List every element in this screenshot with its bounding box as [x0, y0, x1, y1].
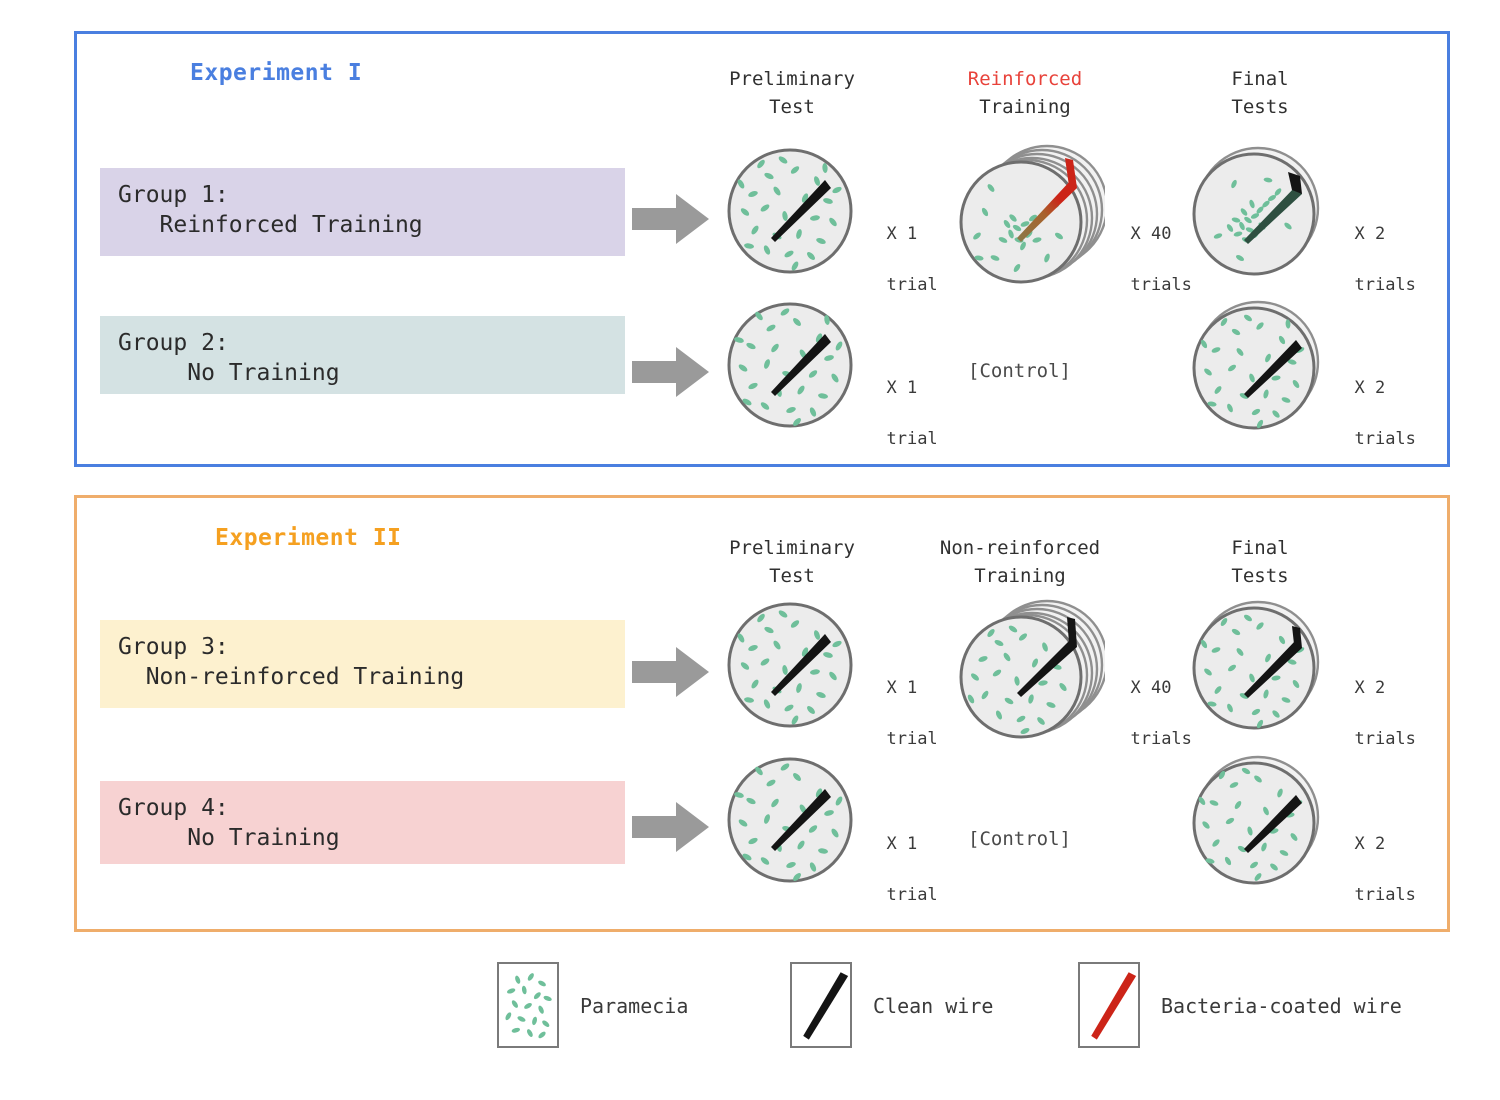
dish-preliminary-group-3: [727, 602, 853, 728]
header-line-2: Test: [769, 95, 815, 118]
trial-count: X 1: [886, 223, 918, 244]
trial-label-final-group-4: X 2 trials: [1334, 806, 1416, 908]
trial-unit: trial: [886, 274, 938, 295]
trial-unit: trials: [1354, 884, 1416, 905]
trial-label-preliminary-group-2: X 1 trial: [866, 350, 938, 452]
trial-label-training-group-3: X 40 trials: [1110, 650, 1192, 752]
dish-preliminary-group-1: [727, 148, 853, 274]
trial-count: X 40: [1130, 677, 1172, 698]
legend-label-paramecia: Paramecia: [580, 994, 689, 1018]
trial-label-training-group-1: X 40 trials: [1110, 196, 1192, 298]
experiment-2-title: Experiment II: [215, 525, 402, 551]
trial-count: X 2: [1354, 677, 1386, 698]
trial-unit: trials: [1130, 274, 1192, 295]
exp2-column-header-preliminary: Preliminary Test: [706, 535, 878, 590]
group-1-flow-arrow-icon: [632, 194, 709, 244]
header-line-1: Non-reinforced: [939, 537, 1101, 559]
control-label-group-2: [Control]: [968, 360, 1071, 382]
header-line-1: Final: [1231, 68, 1289, 90]
trial-count: X 2: [1354, 223, 1386, 244]
group-4-label-box: Group 4: No Training: [100, 781, 625, 864]
trial-label-final-group-1: X 2 trials: [1334, 196, 1416, 298]
header-line-2: Training: [974, 564, 1066, 587]
header-line-2: Training: [979, 95, 1071, 118]
trial-unit: trials: [1354, 728, 1416, 749]
trial-unit: trials: [1354, 428, 1416, 449]
header-line-1: Preliminary: [729, 68, 855, 90]
control-label-group-4: [Control]: [968, 828, 1071, 850]
dish-training-group-3: [959, 599, 1105, 739]
trial-unit: trial: [886, 428, 938, 449]
group-3-flow-arrow-icon: [632, 647, 709, 697]
group-3-line-1: Group 3:: [118, 634, 229, 660]
dish-preliminary-group-4: [727, 757, 853, 883]
header-line-1: Final: [1231, 537, 1289, 559]
header-line-2: Tests: [1231, 564, 1289, 587]
exp2-column-header-training: Non-reinforced Training: [915, 535, 1125, 590]
dish-final-group-1: [1192, 146, 1320, 276]
trial-label-final-group-3: X 2 trials: [1334, 650, 1416, 752]
dish-final-group-3: [1192, 600, 1320, 730]
group-1-label-box: Group 1: Reinforced Training: [100, 168, 625, 256]
legend-label-bacteria-wire: Bacteria-coated wire: [1161, 994, 1402, 1018]
header-line-2: Tests: [1231, 95, 1289, 118]
dish-training-group-1: [959, 144, 1105, 284]
dish-preliminary-group-2: [727, 302, 853, 428]
trial-unit: trials: [1130, 728, 1192, 749]
group-3-label-box: Group 3: Non-reinforced Training: [100, 620, 625, 708]
trial-unit: trial: [886, 728, 938, 749]
header-line-1: Preliminary: [729, 537, 855, 559]
header-line-2: Test: [769, 564, 815, 587]
dish-final-group-4: [1192, 755, 1320, 885]
trial-count: X 1: [886, 833, 918, 854]
trial-label-preliminary-group-3: X 1 trial: [866, 650, 938, 752]
trial-count: X 2: [1354, 377, 1386, 398]
trial-count: X 1: [886, 677, 918, 698]
dish-final-group-2: [1192, 300, 1320, 430]
trial-count: X 1: [886, 377, 918, 398]
group-3-line-2: Non-reinforced Training: [118, 664, 465, 691]
group-4-line-2: No Training: [118, 825, 340, 852]
experiment-1-title: Experiment I: [190, 60, 363, 86]
legend-label-clean-wire: Clean wire: [873, 994, 994, 1018]
group-4-line-1: Group 4:: [118, 795, 229, 821]
trial-label-preliminary-group-1: X 1 trial: [866, 196, 938, 298]
group-2-label-box: Group 2: No Training: [100, 316, 625, 394]
group-1-line-2: Reinforced Training: [118, 212, 423, 239]
exp1-column-header-preliminary: Preliminary Test: [706, 66, 878, 121]
group-2-flow-arrow-icon: [632, 347, 709, 397]
exp1-column-header-training: Reinforced Training: [935, 66, 1115, 121]
trial-unit: trial: [886, 884, 938, 905]
group-4-flow-arrow-icon: [632, 802, 709, 852]
group-2-line-1: Group 2:: [118, 330, 229, 356]
group-2-line-2: No Training: [118, 360, 340, 387]
exp1-column-header-final: Final Tests: [1185, 66, 1335, 121]
trial-count: X 40: [1130, 223, 1172, 244]
header-line-1: Reinforced: [967, 68, 1083, 90]
trial-label-final-group-2: X 2 trials: [1334, 350, 1416, 452]
exp2-column-header-final: Final Tests: [1185, 535, 1335, 590]
trial-label-preliminary-group-4: X 1 trial: [866, 806, 938, 908]
bacteria-wire-swatch-icon: [1078, 962, 1140, 1048]
paramecia-swatch-icon: [497, 962, 559, 1048]
group-1-line-1: Group 1:: [118, 182, 229, 208]
trial-unit: trials: [1354, 274, 1416, 295]
trial-count: X 2: [1354, 833, 1386, 854]
clean-wire-swatch-icon: [790, 962, 852, 1048]
